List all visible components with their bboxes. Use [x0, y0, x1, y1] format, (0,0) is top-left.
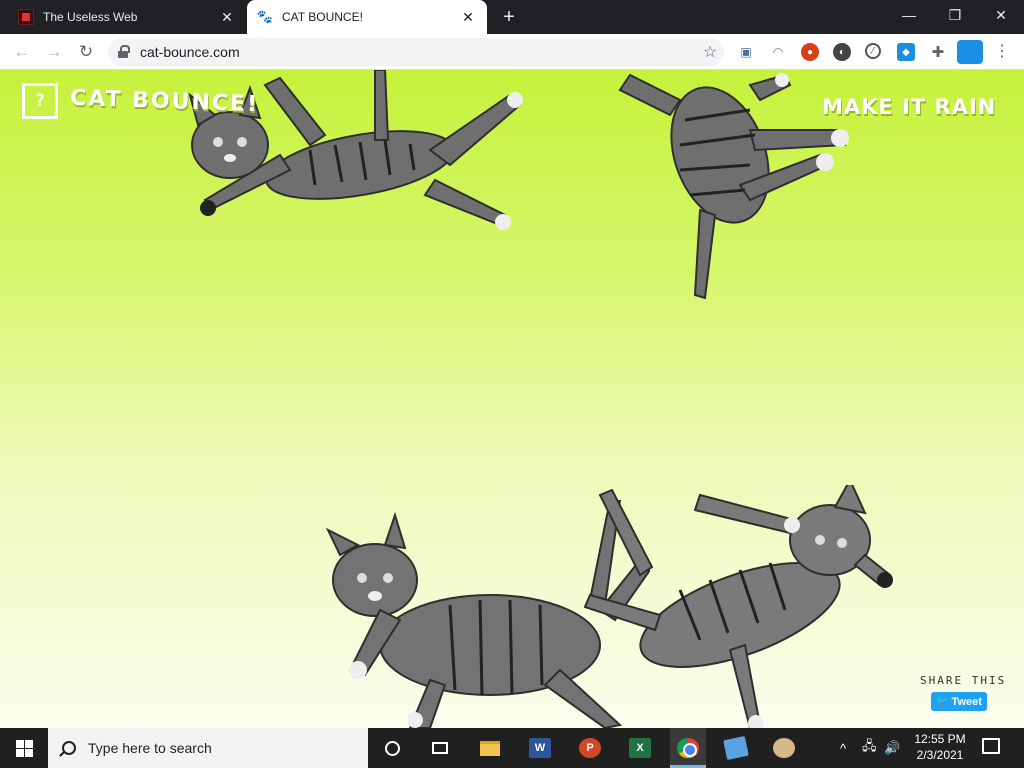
- close-icon[interactable]: ✕: [218, 8, 236, 26]
- clock-time: 12:55 PM: [914, 732, 966, 746]
- ublock-icon[interactable]: ●: [801, 43, 819, 61]
- tweet-label: Tweet: [951, 695, 982, 708]
- search-placeholder[interactable]: Type here to search: [88, 740, 212, 756]
- address-bar[interactable]: cat-bounce.com ☆: [108, 38, 724, 66]
- new-tab-button[interactable]: +: [498, 6, 520, 28]
- minimize-button[interactable]: —: [886, 0, 932, 30]
- tab-cat-bounce[interactable]: 🐾 CAT BOUNCE! ✕: [247, 0, 487, 34]
- clock-date: 2/3/2021: [916, 748, 964, 762]
- window-close-button[interactable]: ✕: [978, 0, 1024, 30]
- bouncing-cat[interactable]: [580, 485, 900, 728]
- twitter-bird-icon: 🐦: [936, 696, 949, 707]
- excel-icon[interactable]: X: [624, 732, 656, 764]
- tray-chevron-icon[interactable]: ^: [840, 728, 846, 768]
- help-button[interactable]: ?: [22, 83, 58, 119]
- reload-button[interactable]: ↻: [74, 40, 98, 64]
- tab-title: CAT BOUNCE!: [282, 10, 363, 24]
- url-text[interactable]: cat-bounce.com: [140, 44, 696, 60]
- cat-bounce-page: ? CAT BOUNCE! MAKE IT RAIN SHARE THIS 🐦 …: [0, 70, 1024, 728]
- restore-button[interactable]: ❐: [932, 0, 978, 30]
- tweet-button[interactable]: 🐦 Tweet: [931, 692, 987, 711]
- paint-icon[interactable]: [768, 732, 800, 764]
- site-logo: CAT BOUNCE!: [69, 85, 260, 118]
- lock-icon[interactable]: [118, 45, 130, 59]
- task-view-icon[interactable]: [424, 732, 456, 764]
- volume-icon[interactable]: 🔊: [884, 728, 900, 768]
- cortana-icon[interactable]: [376, 732, 408, 764]
- block-icon[interactable]: ⁄: [865, 43, 881, 59]
- word-icon[interactable]: W: [524, 732, 556, 764]
- forward-button[interactable]: →: [42, 40, 66, 64]
- photo-extension-icon[interactable]: ▣: [737, 43, 755, 61]
- puzzle-icon[interactable]: ✚: [929, 43, 947, 61]
- file-explorer-icon[interactable]: [474, 732, 506, 764]
- close-icon[interactable]: ✕: [459, 8, 477, 26]
- windows-logo-icon: [15, 739, 33, 757]
- system-clock[interactable]: 12:55 PM 2/3/2021: [905, 731, 975, 765]
- bookmark-star-icon[interactable]: ☆: [696, 42, 724, 62]
- tab-useless-web[interactable]: The Useless Web ✕: [8, 0, 246, 34]
- taskbar-search[interactable]: Type here to search: [48, 728, 368, 768]
- browser-toolbar: ← → ↻ cat-bounce.com ☆ ▣ ◠ ● ◐ ⁄ ◆ ✚ ⋮: [0, 34, 1024, 70]
- make-it-rain-link[interactable]: MAKE IT RAIN: [822, 95, 996, 119]
- tab-title: The Useless Web: [43, 10, 138, 24]
- chrome-icon[interactable]: [672, 732, 704, 764]
- network-icon[interactable]: 🖧: [862, 728, 877, 768]
- profile-avatar[interactable]: [957, 40, 983, 64]
- notifications-icon[interactable]: [982, 738, 1000, 754]
- useless-web-favicon: [18, 9, 34, 25]
- windows-taskbar: Type here to search W P X ^ 🖧 🔊 12:55 PM…: [0, 728, 1024, 768]
- sticky-notes-icon[interactable]: [720, 732, 752, 764]
- tab-strip: The Useless Web ✕ 🐾 CAT BOUNCE! ✕ + — ❐ …: [0, 0, 1024, 34]
- start-button[interactable]: [0, 728, 48, 768]
- search-icon: [62, 741, 76, 755]
- rainbow-extension-icon[interactable]: ◠: [769, 43, 787, 61]
- menu-icon[interactable]: ⋮: [992, 42, 1012, 62]
- dark-reader-icon[interactable]: ◐: [833, 43, 851, 61]
- back-button[interactable]: ←: [10, 40, 34, 64]
- share-label: SHARE THIS: [920, 674, 1007, 687]
- paw-icon: 🐾: [256, 9, 274, 24]
- powerpoint-icon[interactable]: P: [574, 732, 606, 764]
- blue-extension-icon[interactable]: ◆: [897, 43, 915, 61]
